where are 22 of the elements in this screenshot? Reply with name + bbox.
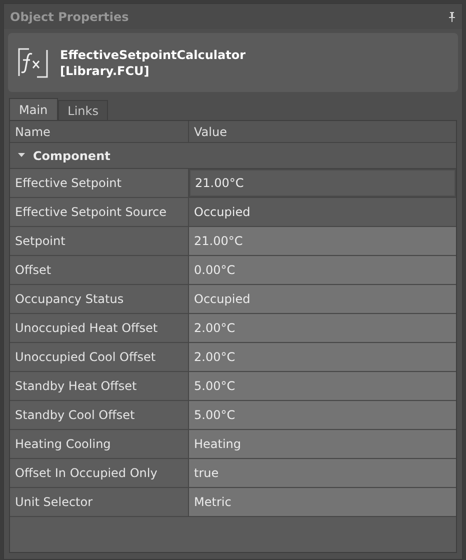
property-value[interactable]: 2.00°C [189,314,456,342]
object-library: [Library.FCU] [60,62,150,78]
column-header[interactable]: Value [189,121,456,142]
caret-icon[interactable] [18,153,25,158]
property-value[interactable]: true [189,459,456,487]
tab[interactable]: Main [9,98,58,120]
property-value[interactable]: 2.00°C [189,343,456,371]
group-label: Component [33,148,110,164]
property-value[interactable]: 5.00°C [189,401,456,429]
column-header[interactable]: Name [10,121,189,142]
property-value[interactable]: 0.00°C [189,256,456,284]
property-value[interactable]: Occupied [189,285,456,313]
property-value[interactable]: Metric [189,488,456,516]
property-value[interactable]: 21.00°C [189,227,456,255]
tab[interactable]: Links [58,100,108,120]
property-value[interactable]: Heating [189,430,456,458]
panel-title: Object Properties [10,8,129,26]
object-name: EffectiveSetpointCalculator [60,46,246,62]
pin-icon[interactable] [448,12,456,22]
property-value[interactable]: 5.00°C [189,372,456,400]
property-value: 21.00°C [189,169,456,197]
function-icon [16,46,50,80]
